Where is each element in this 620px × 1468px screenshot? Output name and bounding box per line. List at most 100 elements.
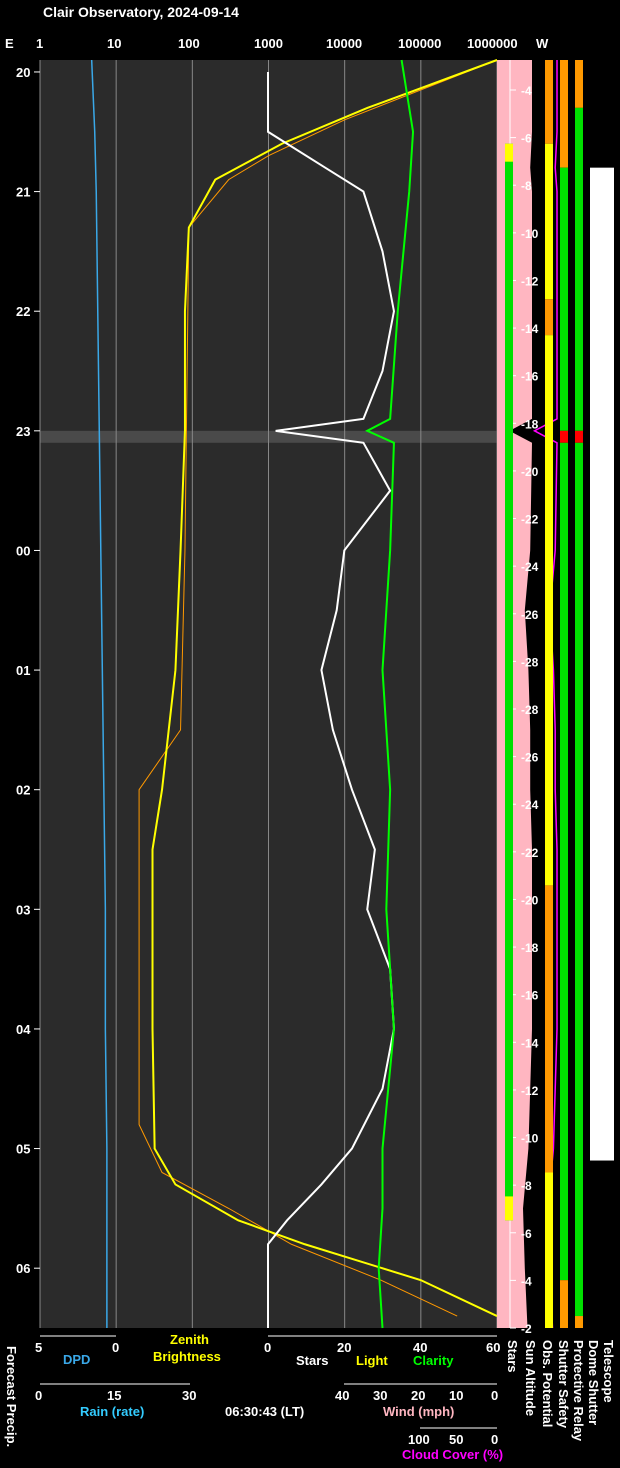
sun-alt-label-14: -26 [521,751,539,765]
top-tick-100: 100 [178,36,200,51]
sun-alt-label-10: -24 [521,560,539,574]
sun-alt-label-17: -20 [521,893,539,907]
wind-tick-0: 0 [491,1388,499,1403]
hour-label-6: 02 [16,783,30,798]
top-tick-1000: 1000 [254,36,283,51]
protective-relay-segment-4 [575,1316,583,1328]
sun-alt-label-26: -2 [521,1322,532,1336]
shutter-safety-segment-4 [560,1280,568,1328]
right-tick-20: 20 [337,1340,352,1355]
cloud-tick-50: 50 [449,1432,464,1447]
observatory-chart: 2021222300010203040506-4-6-8-10-12-14-16… [16,59,614,1429]
hour-label-2: 22 [16,304,30,319]
hour-label-5: 01 [16,663,30,678]
right-tick-0: 0 [264,1340,272,1355]
wind-tick-10: 10 [449,1388,464,1403]
top-tick-10000: 10000 [326,36,363,51]
right-tick-60: 60 [486,1340,501,1355]
sun-alt-label-8: -20 [521,465,539,479]
hour-label-4: 00 [16,543,30,558]
rain-label: Rain (rate) [80,1404,145,1419]
sun-alt-label-1: -6 [521,132,532,146]
sun-alt-label-9: -22 [521,513,539,527]
zenith-label-1: Zenith [170,1332,209,1347]
telescope-label: Telescope [601,1340,616,1403]
top-axis-right-label: W [536,36,549,51]
dpd-tick-5: 5 [35,1340,43,1355]
stars-status-dusk [505,143,513,162]
time-label: 06:30:43 (LT) [225,1404,305,1419]
obs-potential-segment-3 [545,335,553,886]
sun-alt-label-4: -12 [521,274,539,288]
obs-potential-label: Obs. Potential [540,1340,555,1428]
wind-tick-30: 30 [373,1388,388,1403]
top-axis-left-label: E [5,36,14,51]
sun-alt-label-24: -6 [521,1227,532,1241]
sun-alt-label-12: -28 [521,655,539,669]
obs-potential-segment-2 [545,299,553,336]
zenith-label-2: Brightness [153,1349,221,1364]
forecast-precip-label: Forecast Precip. [4,1346,19,1448]
shutter-safety-segment-3 [560,442,568,1281]
hour-label-10: 06 [16,1261,30,1276]
sun-alt-label-7: -18 [521,417,539,431]
wind-label: Wind (mph) [383,1404,455,1419]
sun-alt-label-19: -16 [521,989,539,1003]
sun-alt-label-5: -14 [521,322,539,336]
dpd-tick-0: 0 [112,1340,120,1355]
cloud-tick-0: 0 [491,1432,499,1447]
stars-axis-label: Stars [296,1353,329,1368]
dome-shutter-bar [590,167,614,1161]
sun-alt-label-2: -8 [521,179,532,193]
sun-alt-label-18: -18 [521,941,539,955]
stars-status-dawn [505,1196,513,1221]
sun-alt-label-11: -26 [521,608,539,622]
sun-alt-label-20: -14 [521,1036,539,1050]
sun-alt-label-23: -8 [521,1179,532,1193]
protective-relay-segment-3 [575,442,583,1317]
dome-shutter-label: Dome Shutter [586,1340,601,1426]
hour-label-8: 04 [16,1022,31,1037]
stars-side-label: Stars [505,1340,520,1373]
sun-alt-label-3: -10 [521,227,539,241]
sun-altitude-label: Sun Altitude [523,1340,538,1417]
protective-relay-segment-2 [575,430,583,443]
protective-relay-label: Protective Relay [571,1340,586,1442]
top-tick-1: 1 [36,36,44,51]
protective-relay-segment-0 [575,60,583,108]
hour-label-9: 05 [16,1142,30,1157]
protective-relay-segment-1 [575,107,583,431]
hour-label-0: 20 [16,65,30,80]
wind-tick-40: 40 [335,1388,350,1403]
hour-label-1: 21 [16,185,30,200]
shutter-safety-segment-2 [560,430,568,443]
obs-potential-segment-5 [545,1172,553,1328]
cloud-tick-100: 100 [408,1432,430,1447]
sun-alt-label-13: -28 [521,703,539,717]
top-tick-10: 10 [107,36,122,51]
sun-alt-label-6: -16 [521,370,539,384]
shutter-safety-segment-0 [560,60,568,168]
hour-label-3: 23 [16,424,30,439]
hour-label-7: 03 [16,902,30,917]
wind-tick-20: 20 [411,1388,426,1403]
light-axis-label: Light [356,1353,388,1368]
sun-alt-label-16: -22 [521,846,539,860]
sun-alt-label-21: -12 [521,1084,539,1098]
top-tick-1000000: 1000000 [467,36,518,51]
sun-alt-label-22: -10 [521,1132,539,1146]
dpd-label: DPD [63,1352,91,1367]
shutter-safety-label: Shutter Safety [556,1340,571,1429]
stars-status-bar [505,143,513,1221]
obs-potential-segment-1 [545,143,553,300]
clarity-axis-label: Clarity [413,1353,454,1368]
cloud-cover-label: Cloud Cover (%) [402,1447,504,1462]
sun-alt-label-25: -4 [521,1274,532,1288]
shutter-safety-segment-1 [560,167,568,431]
rain-tick-0: 0 [35,1388,43,1403]
sun-alt-label-15: -24 [521,798,539,812]
rain-tick-15: 15 [107,1388,122,1403]
top-tick-100000: 100000 [398,36,442,51]
obs-potential-segment-0 [545,60,553,144]
sun-alt-label-0: -4 [521,84,532,98]
